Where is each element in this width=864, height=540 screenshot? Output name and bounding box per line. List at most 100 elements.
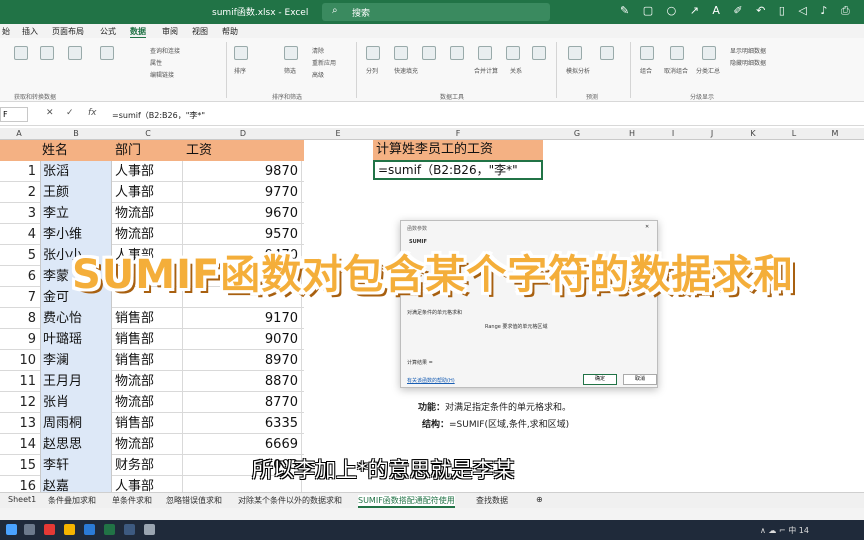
cell-dept[interactable]: 人事部 xyxy=(113,161,183,182)
sheet-tab[interactable]: 查找数据 xyxy=(476,495,508,506)
ribbon-sort-label[interactable]: 排序 xyxy=(234,66,246,75)
ribbon-text-to-columns-label[interactable]: 分列 xyxy=(366,66,378,75)
row-number[interactable]: 9 xyxy=(0,329,38,350)
excel-icon[interactable] xyxy=(104,524,115,535)
add-sheet-icon[interactable]: ⊕ xyxy=(536,495,543,504)
ribbon-flash-fill-label[interactable]: 快速填充 xyxy=(394,66,418,75)
sheet-tab[interactable]: 单条件求和 xyxy=(112,495,152,506)
col-m[interactable]: M xyxy=(815,129,855,138)
row-number[interactable]: 8 xyxy=(0,308,38,329)
consolidate-icon[interactable] xyxy=(478,46,492,60)
tab-insert[interactable]: 插入 xyxy=(22,26,38,37)
ribbon-subtotal-label[interactable]: 分类汇总 xyxy=(696,66,720,75)
row-number[interactable]: 1 xyxy=(0,161,38,182)
group-icon[interactable] xyxy=(640,46,654,60)
cell-dept[interactable]: 物流部 xyxy=(113,392,183,413)
row-number[interactable]: 5 xyxy=(0,245,38,266)
ribbon-queries-label[interactable]: 查询和连接 xyxy=(150,46,180,55)
remove-duplicates-icon[interactable] xyxy=(422,46,436,60)
relationships-icon[interactable] xyxy=(506,46,520,60)
header-name[interactable]: 姓名 xyxy=(42,140,68,161)
cell-dept[interactable]: 销售部 xyxy=(113,350,183,371)
cell-name[interactable]: 李澜 xyxy=(40,350,112,371)
row-number[interactable]: 3 xyxy=(0,203,38,224)
cell-name[interactable]: 赵思思 xyxy=(40,434,112,455)
tab-view[interactable]: 视图 xyxy=(192,26,208,37)
cell-salary[interactable]: 9870 xyxy=(184,161,302,182)
cell-dept[interactable]: 销售部 xyxy=(113,329,183,350)
get-data-icon[interactable] xyxy=(14,46,28,60)
header-salary[interactable]: 工资 xyxy=(186,140,212,161)
row-number[interactable]: 11 xyxy=(0,371,38,392)
cell-name[interactable]: 王月月 xyxy=(40,371,112,392)
col-c[interactable]: C xyxy=(113,129,183,138)
col-a[interactable]: A xyxy=(0,129,38,138)
cell-dept[interactable]: 物流部 xyxy=(113,434,183,455)
sheet-tab[interactable]: 对除某个条件以外的数据求和 xyxy=(238,495,342,506)
cell-dept[interactable]: 销售部 xyxy=(113,413,183,434)
cell-salary[interactable]: 9670 xyxy=(184,203,302,224)
cell-dept[interactable]: 物流部 xyxy=(113,203,183,224)
ribbon-consolidate-label[interactable]: 合并计算 xyxy=(474,66,498,75)
cell-name[interactable]: 周雨桐 xyxy=(40,413,112,434)
data-validation-icon[interactable] xyxy=(450,46,464,60)
properties-icon[interactable] xyxy=(100,46,114,60)
system-tray[interactable]: ∧ ☁ ⌐ 中 14 xyxy=(760,525,809,536)
col-i[interactable]: I xyxy=(655,129,691,138)
row-number[interactable]: 14 xyxy=(0,434,38,455)
cell-salary[interactable]: 8970 xyxy=(184,350,302,371)
cell-name[interactable]: 李轩 xyxy=(40,455,112,476)
ribbon-edit-links-label[interactable]: 编辑链接 xyxy=(150,70,174,79)
enter-icon[interactable]: ✓ xyxy=(66,108,74,118)
what-if-icon[interactable] xyxy=(568,46,582,60)
cell-name[interactable]: 叶璐瑶 xyxy=(40,329,112,350)
search-box[interactable]: ⌕ 搜索 xyxy=(322,3,550,21)
ungroup-icon[interactable] xyxy=(670,46,684,60)
ribbon-reapply-label[interactable]: 重新应用 xyxy=(312,58,336,67)
taskbar-app-icon[interactable] xyxy=(64,524,75,535)
cell-dept[interactable]: 物流部 xyxy=(113,371,183,392)
insert-function-icon[interactable]: fx xyxy=(88,108,97,118)
col-e[interactable]: E xyxy=(304,129,372,138)
ribbon-filter-label[interactable]: 筛选 xyxy=(284,66,296,75)
col-b[interactable]: B xyxy=(40,129,112,138)
cancel-button[interactable]: 取消 xyxy=(623,374,657,385)
taskbar-app-icon[interactable] xyxy=(124,524,135,535)
sheet-tab[interactable]: 条件叠加求和 xyxy=(48,495,96,506)
subtotal-icon[interactable] xyxy=(702,46,716,60)
ribbon-advanced-label[interactable]: 高级 xyxy=(312,70,324,79)
row-number[interactable]: 2 xyxy=(0,182,38,203)
cell-salary[interactable]: 8770 xyxy=(184,392,302,413)
sheet-tab[interactable]: 忽略错误值求和 xyxy=(166,495,222,506)
cell-name[interactable]: 张滔 xyxy=(40,161,112,182)
sort-icon[interactable] xyxy=(234,46,248,60)
ribbon-relationships-label[interactable]: 关系 xyxy=(510,66,522,75)
col-d[interactable]: D xyxy=(184,129,302,138)
cell-salary[interactable]: 9170 xyxy=(184,308,302,329)
row-number[interactable]: 12 xyxy=(0,392,38,413)
ribbon-what-if-label[interactable]: 模拟分析 xyxy=(566,66,590,75)
sheet-tab[interactable]: Sheet1 xyxy=(8,495,36,504)
data-model-icon[interactable] xyxy=(532,46,546,60)
row-number[interactable]: 13 xyxy=(0,413,38,434)
ribbon-show-detail-label[interactable]: 显示明细数据 xyxy=(730,46,766,55)
cell-dept[interactable]: 财务部 xyxy=(113,455,183,476)
queries-icon[interactable] xyxy=(68,46,82,60)
dialog-close-icon[interactable]: ✕ xyxy=(645,224,649,230)
forecast-sheet-icon[interactable] xyxy=(600,46,614,60)
row-number[interactable]: 10 xyxy=(0,350,38,371)
ribbon-group-label[interactable]: 组合 xyxy=(640,66,652,75)
start-icon[interactable] xyxy=(6,524,17,535)
taskbar-app-icon[interactable] xyxy=(44,524,55,535)
cell-f1[interactable]: 计算姓李员工的工资 xyxy=(373,140,543,160)
refresh-icon[interactable] xyxy=(40,46,54,60)
tab-formulas[interactable]: 公式 xyxy=(100,26,116,37)
taskbar-app-icon[interactable] xyxy=(84,524,95,535)
cell-f2-formula[interactable]: =sumif（B2:B26，"李*" xyxy=(373,160,543,180)
text-to-columns-icon[interactable] xyxy=(366,46,380,60)
ribbon-hide-detail-label[interactable]: 隐藏明细数据 xyxy=(730,58,766,67)
dialog-help-link[interactable]: 有关该函数的帮助(H) xyxy=(407,377,455,384)
col-k[interactable]: K xyxy=(733,129,773,138)
cell-name[interactable]: 李立 xyxy=(40,203,112,224)
annotation-toolbar[interactable]: ✎ ▢ ○ ↗ A ✐ ↶ ▯ ◁ ♪ ⎙ ◫ xyxy=(620,4,864,18)
